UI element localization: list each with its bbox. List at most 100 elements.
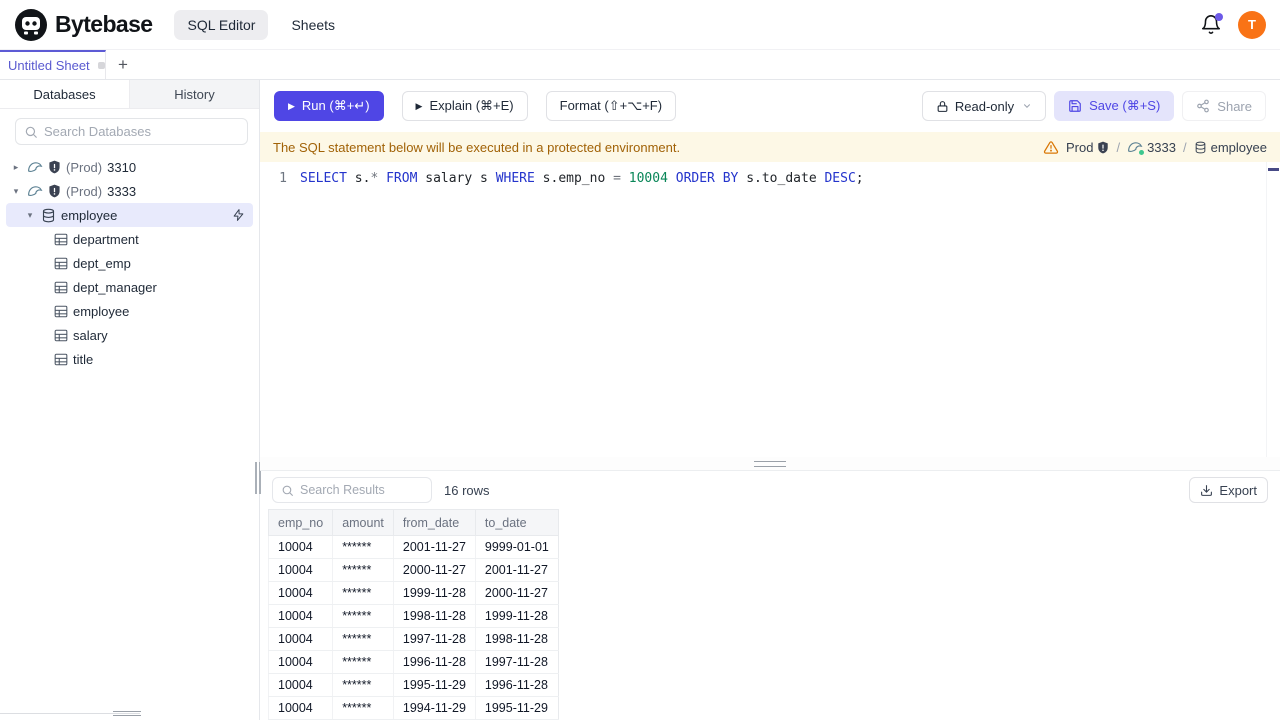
notification-badge xyxy=(1215,12,1223,21)
table-icon xyxy=(54,257,68,270)
tree-instance-3333[interactable]: ▾ (Prod) 3333 xyxy=(0,179,259,203)
table-cell: ****** xyxy=(332,535,394,559)
database-icon xyxy=(41,208,56,223)
protected-environment-banner: The SQL statement below will be executed… xyxy=(260,132,1280,162)
table-row[interactable]: 10004 ****** 1998-11-28 1999-11-28 xyxy=(267,604,559,628)
sql-editor[interactable]: 1 SELECT s.* FROM salary s WHERE s.emp_n… xyxy=(260,162,1280,457)
caret-right-icon[interactable]: ▸ xyxy=(10,162,22,173)
table-cell: 1997-11-28 xyxy=(393,627,476,651)
column-header: from_date xyxy=(393,509,476,536)
sql-token: s. xyxy=(346,171,371,186)
line-number: 1 xyxy=(279,171,287,186)
table-cell: 10004 xyxy=(267,535,334,559)
database-tree: ▸ (Prod) 3310 ▾ (Prod) 3333 ▾ employee d… xyxy=(0,153,259,720)
table-row[interactable]: 10004 ****** 1997-11-28 1998-11-28 xyxy=(267,627,559,651)
table-cell: ****** xyxy=(332,650,394,674)
table-icon xyxy=(54,353,68,366)
table-row[interactable]: 10004 ****** 1999-11-28 2000-11-27 xyxy=(267,581,559,605)
user-avatar[interactable]: T xyxy=(1238,10,1266,39)
table-icon xyxy=(54,233,68,246)
tab-databases[interactable]: Databases xyxy=(0,80,130,108)
tree-table-employee[interactable]: employee xyxy=(0,299,259,323)
tree-table-title[interactable]: title xyxy=(0,347,259,371)
breadcrumb-separator: / xyxy=(1183,139,1187,155)
play-icon: ▶ xyxy=(288,100,295,111)
environment-shield-icon xyxy=(48,160,61,174)
table-row[interactable]: 10004 ****** 1995-11-29 1996-11-28 xyxy=(267,673,559,697)
add-sheet-button[interactable]: + xyxy=(106,50,140,79)
table-row[interactable]: 10004 ****** 1996-11-28 1997-11-28 xyxy=(267,650,559,674)
tree-database-employee[interactable]: ▾ employee xyxy=(6,203,253,227)
notifications-bell-icon[interactable] xyxy=(1200,12,1223,36)
editor-toolbar: ▶ Run (⌘+↵) ▶ Explain (⌘+E) Format (⇧+⌥+… xyxy=(260,80,1280,132)
table-name: salary xyxy=(73,327,108,343)
table-cell: 10004 xyxy=(267,650,334,674)
editor-minimap[interactable] xyxy=(1266,162,1280,457)
table-name: employee xyxy=(73,303,130,319)
readonly-mode-dropdown[interactable]: Read-only xyxy=(921,91,1047,121)
nav-sheets[interactable]: Sheets xyxy=(278,10,348,40)
connect-bolt-icon[interactable] xyxy=(232,208,245,222)
database-search xyxy=(15,118,248,145)
search-icon xyxy=(281,484,294,497)
caret-down-icon[interactable]: ▾ xyxy=(24,210,36,221)
results-panel: 16 rows Export xyxy=(260,471,1280,720)
tab-history[interactable]: History xyxy=(130,80,259,108)
tree-table-dept-emp[interactable]: dept_emp xyxy=(0,251,259,275)
table-row[interactable]: 10004 ****** 2000-11-27 2001-11-27 xyxy=(267,558,559,582)
tree-table-salary[interactable]: salary xyxy=(0,323,259,347)
breadcrumb-separator: / xyxy=(1116,139,1121,155)
breadcrumb-database[interactable]: employee xyxy=(1194,140,1267,155)
panel-resize-divider[interactable] xyxy=(260,457,1280,471)
column-header: amount xyxy=(332,509,394,536)
explain-button[interactable]: ▶ Explain (⌘+E) xyxy=(401,91,528,121)
bytebase-logo[interactable]: Bytebase xyxy=(14,8,153,42)
table-cell: ****** xyxy=(332,696,394,720)
caret-down-icon[interactable]: ▾ xyxy=(10,186,22,197)
sql-token: ORDER BY xyxy=(675,171,739,186)
table-row[interactable]: 10004 ****** 1994-11-29 1995-11-29 xyxy=(267,696,559,720)
table-cell: 1995-11-29 xyxy=(475,696,559,720)
table-row[interactable]: 10004 ****** 2001-11-27 9999-01-01 xyxy=(267,535,559,559)
minimap-line-marker xyxy=(1268,168,1279,171)
results-search-input[interactable] xyxy=(300,483,423,497)
share-button[interactable]: Share xyxy=(1182,91,1266,121)
breadcrumb-instance[interactable]: 3333 xyxy=(1127,140,1176,155)
table-cell: 1994-11-29 xyxy=(393,696,476,720)
warning-icon xyxy=(1043,140,1059,155)
connection-breadcrumb: Prod / 3333 / employee xyxy=(1043,140,1267,155)
top-navigation: SQL Editor Sheets xyxy=(174,9,348,40)
database-search-input[interactable] xyxy=(44,124,239,139)
database-name: employee xyxy=(61,207,118,223)
table-cell: 10004 xyxy=(267,604,334,628)
sidebar-tabs: Databases History xyxy=(0,80,259,109)
tree-instance-3310[interactable]: ▸ (Prod) 3310 xyxy=(0,155,259,179)
save-floppy-icon xyxy=(1068,99,1082,113)
nav-sql-editor[interactable]: SQL Editor xyxy=(174,9,269,40)
sql-statement[interactable]: SELECT s.* FROM salary s WHERE s.emp_no … xyxy=(300,169,864,188)
save-button[interactable]: Save (⌘+S) xyxy=(1054,91,1175,121)
table-cell: 1995-11-29 xyxy=(393,673,476,697)
tab-untitled-sheet[interactable]: Untitled Sheet xyxy=(0,50,106,79)
tree-table-dept-manager[interactable]: dept_manager xyxy=(0,275,259,299)
bytebase-logo-icon xyxy=(14,8,48,42)
results-toolbar: 16 rows Export xyxy=(260,471,1280,509)
tree-table-department[interactable]: department xyxy=(0,227,259,251)
sidebar-scroll-thumb[interactable] xyxy=(113,711,141,716)
format-button[interactable]: Format (⇧+⌥+F) xyxy=(545,91,677,121)
table-name: dept_manager xyxy=(73,279,157,295)
instance-env-label: (Prod) xyxy=(66,183,103,199)
table-icon xyxy=(54,305,68,318)
table-name: dept_emp xyxy=(73,255,131,271)
row-count: 16 rows xyxy=(444,482,490,498)
sql-token: WHERE xyxy=(495,171,535,186)
run-button[interactable]: ▶ Run (⌘+↵) xyxy=(274,91,384,121)
lock-icon xyxy=(936,100,949,113)
export-button[interactable]: Export xyxy=(1189,477,1268,503)
main-panel: ▶ Run (⌘+↵) ▶ Explain (⌘+E) Format (⇧+⌥+… xyxy=(260,80,1280,720)
mysql-instance-icon xyxy=(27,184,43,198)
breadcrumb-environment[interactable]: Prod xyxy=(1066,140,1109,155)
play-icon: ▶ xyxy=(415,100,423,111)
sql-token: = xyxy=(613,171,621,186)
table-cell: ****** xyxy=(332,558,394,582)
